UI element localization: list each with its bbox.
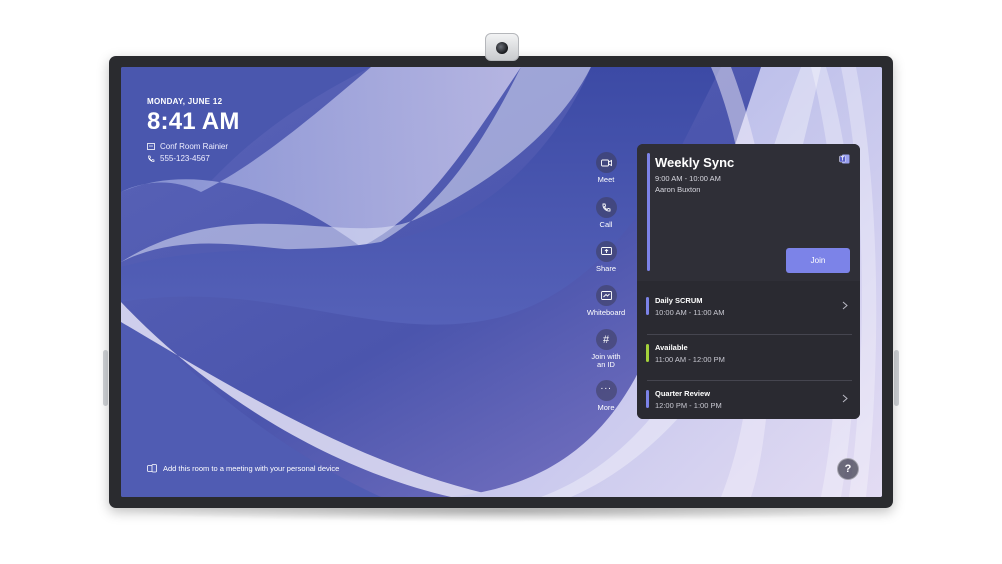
teams-icon: T (839, 154, 850, 164)
video-camera-icon (595, 152, 617, 173)
meeting-marker (646, 297, 649, 315)
more-button[interactable]: ··· More (578, 380, 634, 412)
add-device-text: Add this room to a meeting with your per… (163, 464, 340, 473)
meeting-item-daily-scrum[interactable]: Daily SCRUM 10:00 AM - 11:00 AM (645, 287, 852, 333)
more-label: More (597, 403, 615, 412)
room-name: Conf Room Rainier (160, 142, 229, 151)
room-name-row: Conf Room Rainier (147, 142, 240, 151)
meeting-time: 12:00 PM - 1:00 PM (655, 401, 722, 410)
meeting-marker (646, 390, 649, 408)
meeting-list: Daily SCRUM 10:00 AM - 11:00 AM Availabl… (637, 281, 860, 419)
date-label: MONDAY, JUNE 12 (147, 97, 223, 106)
meeting-color-bar (647, 153, 650, 271)
room-phone-row: 555-123-4567 (147, 154, 240, 163)
join-with-id-button[interactable]: # Join with an ID (578, 329, 634, 369)
more-icon: ··· (595, 380, 617, 401)
available-marker (646, 344, 649, 362)
meet-button[interactable]: Meet (578, 152, 634, 184)
calendar-panel: Weekly Sync 9:00 AM - 10:00 AM Aaron Bux… (637, 144, 860, 419)
meeting-item-available: Available 11:00 AM - 12:00 PM (645, 334, 852, 380)
right-side-button (894, 350, 899, 406)
meeting-time: 11:00 AM - 12:00 PM (655, 355, 725, 364)
meeting-name: Available (655, 343, 688, 352)
personal-device-icon (147, 464, 157, 473)
featured-meeting-title: Weekly Sync (655, 155, 735, 170)
room-phone: 555-123-4567 (160, 154, 210, 163)
meeting-time: 10:00 AM - 11:00 AM (655, 308, 725, 317)
add-device-hint[interactable]: Add this room to a meeting with your per… (147, 464, 339, 473)
meeting-name: Quarter Review (655, 389, 711, 398)
featured-meeting-time: 9:00 AM - 10:00 AM (655, 174, 721, 183)
share-label: Share (595, 264, 616, 273)
phone-icon (595, 197, 617, 218)
whiteboard-icon (595, 285, 617, 306)
meeting-item-quarter-review[interactable]: Quarter Review 12:00 PM - 1:00 PM (645, 380, 852, 419)
join-with-id-label: Join with an ID (591, 352, 621, 369)
call-label: Call (599, 220, 613, 229)
meet-label: Meet (597, 175, 615, 184)
screen-share-icon (595, 241, 617, 262)
room-info: MONDAY, JUNE 12 8:41 AM Conf Room Rainie… (147, 97, 240, 163)
clock: 8:41 AM (147, 108, 240, 135)
meeting-name: Daily SCRUM (655, 296, 703, 305)
share-button[interactable]: Share (578, 241, 634, 273)
whiteboard-label: Whiteboard (586, 308, 626, 317)
call-button[interactable]: Call (578, 197, 634, 229)
camera-icon (485, 33, 519, 61)
chevron-right-icon (842, 394, 848, 403)
svg-text:T: T (841, 157, 844, 163)
home-screen: MONDAY, JUNE 12 8:41 AM Conf Room Rainie… (121, 67, 882, 497)
help-button[interactable]: ? (837, 458, 859, 480)
chevron-right-icon (842, 301, 848, 310)
left-side-button (103, 350, 108, 406)
whiteboard-button[interactable]: Whiteboard (578, 285, 634, 317)
room-icon (147, 143, 155, 150)
hash-icon: # (595, 329, 617, 350)
join-button[interactable]: Join (786, 248, 850, 273)
featured-meeting-card[interactable]: Weekly Sync 9:00 AM - 10:00 AM Aaron Bux… (637, 144, 860, 281)
phone-number-icon (148, 155, 155, 162)
featured-meeting-organizer: Aaron Buxton (655, 185, 701, 194)
